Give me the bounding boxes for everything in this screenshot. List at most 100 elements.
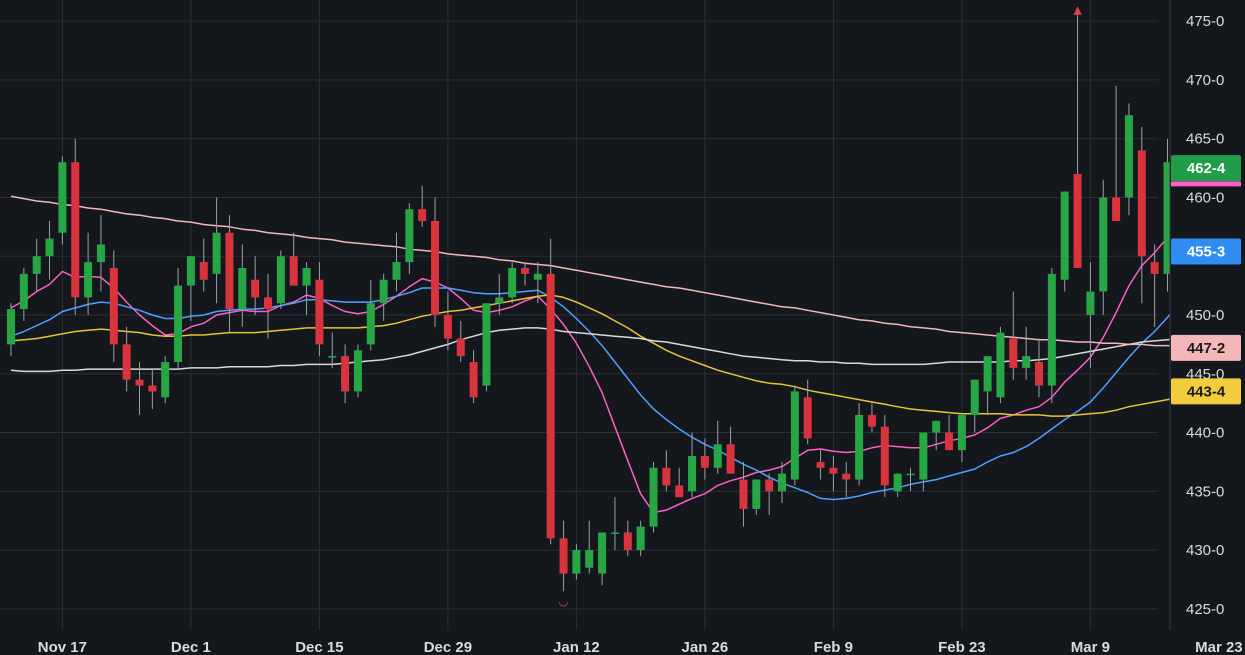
candle-body-up — [855, 414, 864, 480]
candle-body-up — [610, 532, 619, 534]
candle-body-up — [302, 267, 311, 286]
candle-body-up — [405, 209, 414, 263]
price-tick-label: 465-0 — [1186, 131, 1224, 148]
candle-body-up — [932, 420, 941, 433]
high-marker: ▲ — [1073, 3, 1082, 16]
price-tick-label: 435-0 — [1186, 483, 1224, 500]
candle-body-down — [135, 379, 144, 386]
candle-body-down — [559, 538, 568, 574]
candle-body-down — [546, 273, 555, 539]
price-badge-label: 455-3 — [1187, 244, 1225, 261]
low-marker: ◡ — [558, 594, 568, 608]
candle-body-down — [739, 479, 748, 509]
candle-body-down — [726, 444, 735, 474]
candle-body-up — [790, 391, 799, 480]
candle-body-down — [765, 479, 774, 492]
short-ma-price-tag — [1171, 181, 1241, 187]
price-tick-label: 470-0 — [1186, 72, 1224, 89]
candle-body-up — [996, 332, 1005, 398]
candle-body-up — [58, 162, 67, 233]
candle-body-up — [392, 262, 401, 280]
candle-body-down — [264, 297, 272, 310]
candle-body-up — [353, 350, 362, 392]
candle-body-down — [1150, 262, 1159, 274]
candle-body-down — [521, 267, 529, 274]
candle-body-up — [7, 309, 15, 345]
candle-body-up — [328, 356, 337, 358]
candle-body-up — [957, 414, 966, 451]
candle-body-up — [533, 273, 542, 280]
candle-body-down — [122, 344, 131, 380]
candle-body-down — [469, 362, 478, 398]
candle-body-up — [598, 532, 607, 574]
candle-body-down — [803, 397, 812, 439]
candle-body-up — [212, 232, 221, 274]
candle-body-up — [482, 303, 491, 386]
candle-body-up — [495, 297, 504, 304]
candle-body-down — [880, 426, 889, 486]
candle-body-down — [418, 209, 427, 221]
candle-body-down — [1112, 197, 1121, 221]
price-chart[interactable]: ▲◡ 475-0470-0465-0460-0455-0450-0445-044… — [0, 0, 1245, 655]
date-tick-label: Feb 23 — [938, 639, 986, 655]
candle-body-up — [96, 244, 105, 263]
date-tick-label: Dec 15 — [295, 639, 343, 655]
candle-body-up — [752, 479, 761, 509]
candle-body-up — [636, 526, 645, 551]
candle-body-down — [1137, 150, 1146, 257]
candle-body-up — [983, 356, 992, 392]
candle-body-down — [623, 532, 632, 551]
chart-background — [0, 0, 1245, 655]
candle-body-up — [649, 467, 658, 527]
candle-body-up — [186, 256, 195, 286]
price-tick-label: 450-0 — [1186, 307, 1224, 324]
price-tick-label: 460-0 — [1186, 189, 1224, 206]
candle-body-down — [662, 467, 671, 486]
candle-body-down — [341, 356, 350, 392]
candle-body-up — [970, 379, 979, 415]
candle-body-up — [1022, 356, 1031, 368]
candle-body-up — [1124, 115, 1133, 198]
candle-body-up — [1099, 197, 1108, 292]
candle-body-down — [829, 467, 838, 474]
candle-body-up — [45, 238, 54, 257]
candle-body-up — [919, 432, 928, 480]
candle-body-down — [225, 232, 234, 310]
candle-body-up — [1047, 273, 1056, 386]
date-tick-label: Jan 12 — [553, 639, 600, 655]
candle-body-up — [276, 256, 285, 304]
candle-body-up — [238, 267, 247, 310]
candle-body-down — [431, 220, 440, 315]
date-tick-label: Dec 1 — [171, 639, 211, 655]
candle-body-down — [842, 473, 851, 480]
candle-body-down — [1035, 362, 1043, 386]
candle-body-down — [71, 162, 80, 298]
candle-body-down — [1073, 173, 1082, 268]
candle-body-up — [778, 473, 786, 492]
candle-body-up — [1086, 291, 1095, 315]
price-tick-label: 440-0 — [1186, 425, 1224, 442]
price-badge-label: 462-4 — [1187, 160, 1226, 177]
candle-body-down — [456, 338, 465, 357]
date-tick-label: Mar 9 — [1071, 639, 1110, 655]
candle-body-down — [315, 279, 324, 345]
candle-body-up — [379, 279, 388, 304]
chart-canvas[interactable]: ▲◡ 475-0470-0465-0460-0455-0450-0445-044… — [0, 0, 1245, 655]
candle-body-down — [251, 279, 260, 298]
candle-body-down — [109, 267, 118, 345]
candle-body-up — [713, 444, 722, 468]
candle-body-up — [174, 285, 183, 363]
candle-body-up — [1060, 191, 1069, 280]
candle-body-down — [443, 315, 452, 339]
price-tick-label: 430-0 — [1186, 542, 1224, 559]
candle-body-up — [906, 473, 915, 476]
candle-body-up — [688, 456, 697, 492]
price-badge-label: 447-2 — [1187, 340, 1225, 357]
candle-body-up — [893, 473, 902, 492]
price-tick-label: 475-0 — [1186, 13, 1224, 30]
candle-body-down — [675, 485, 684, 498]
price-badge-label: 443-4 — [1187, 383, 1226, 400]
date-tick-label: Jan 26 — [682, 639, 729, 655]
candle-body-up — [84, 262, 93, 298]
date-tick-label: Mar 23 — [1195, 639, 1243, 655]
